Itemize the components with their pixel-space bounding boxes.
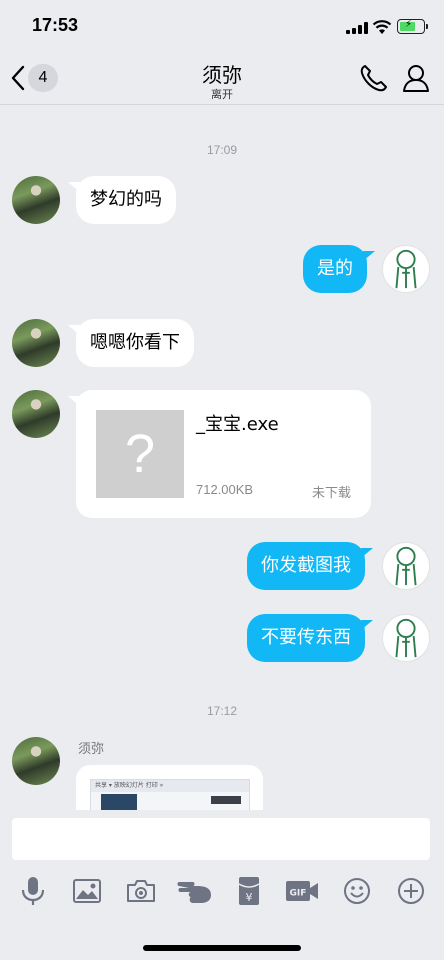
file-name: _宝宝.exe <box>196 414 279 435</box>
message-input[interactable] <box>12 818 430 860</box>
emoji-icon[interactable] <box>340 874 374 908</box>
contact-avatar[interactable] <box>12 319 60 367</box>
gif-icon[interactable]: GIF <box>284 874 320 908</box>
composer: ¥ GIF <box>0 810 444 960</box>
plus-icon[interactable] <box>394 874 428 908</box>
microphone-icon[interactable] <box>16 874 50 908</box>
file-unknown-icon: ? <box>96 410 184 498</box>
phone-icon[interactable] <box>359 63 389 93</box>
self-avatar[interactable] <box>382 245 430 293</box>
timestamp: 17:09 <box>206 143 238 157</box>
message-bubble-self[interactable]: 你发截图我 <box>247 542 373 590</box>
poke-icon[interactable] <box>176 874 214 908</box>
image-icon[interactable] <box>70 874 104 908</box>
file-message[interactable]: ? _宝宝.exe 712.00KB 未下载 <box>68 390 371 518</box>
file-download-status: 未下载 <box>311 486 351 501</box>
file-size: 712.00KB <box>196 482 254 497</box>
composer-toolbar: ¥ GIF <box>0 874 444 908</box>
self-avatar[interactable] <box>382 542 430 590</box>
svg-text:¥: ¥ <box>246 891 253 904</box>
self-avatar[interactable] <box>382 614 430 662</box>
screenshot-preview: 共享 ▾ 放映幻灯片 打印 » <box>90 779 250 810</box>
red-packet-icon[interactable]: ¥ <box>232 874 266 908</box>
wifi-icon <box>372 20 392 34</box>
contact-avatar[interactable] <box>12 390 60 438</box>
home-indicator[interactable] <box>143 945 301 951</box>
camera-icon[interactable] <box>124 874 158 908</box>
contact-avatar[interactable] <box>12 737 60 785</box>
status-bar: 17:53 ⚡ <box>0 0 444 50</box>
signal-icon <box>346 22 368 34</box>
contact-avatar[interactable] <box>12 176 60 224</box>
message-bubble-self[interactable]: 不要传东西 <box>247 614 373 662</box>
sender-name: 须弥 <box>78 742 105 757</box>
preview-toolbar: 共享 ▾ 放映幻灯片 打印 » <box>91 780 249 792</box>
image-message[interactable]: 共享 ▾ 放映幻灯片 打印 » <box>76 765 263 810</box>
chat-header: 4 须弥 离开 <box>0 50 444 105</box>
message-bubble[interactable]: 梦幻的吗 <box>68 176 176 224</box>
battery-icon: ⚡ <box>397 19 428 34</box>
message-bubble[interactable]: 嗯嗯你看下 <box>68 319 194 367</box>
profile-icon[interactable] <box>401 63 431 93</box>
status-time: 17:53 <box>32 15 79 35</box>
timestamp: 17:12 <box>206 704 238 718</box>
message-bubble-self[interactable]: 是的 <box>303 245 375 293</box>
svg-text:GIF: GIF <box>290 889 307 899</box>
